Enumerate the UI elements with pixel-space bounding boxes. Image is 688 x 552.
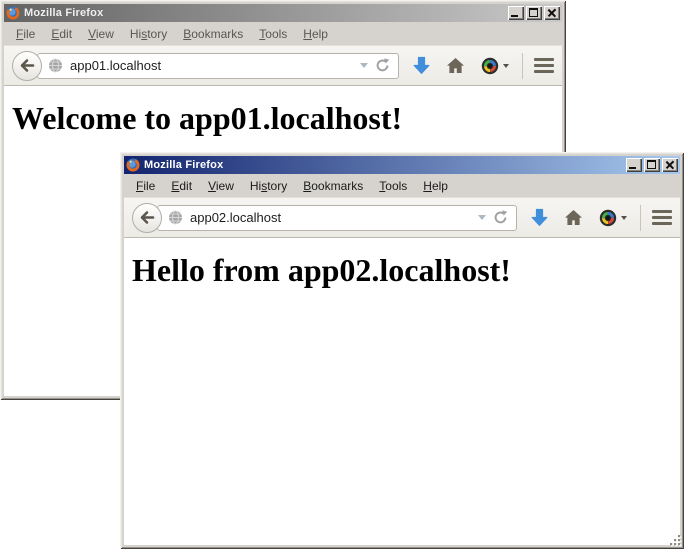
- menu-edit[interactable]: Edit: [43, 25, 80, 43]
- menu-bookmarks[interactable]: Bookmarks: [295, 177, 371, 195]
- url-text[interactable]: app02.localhost: [190, 210, 471, 225]
- close-button[interactable]: [544, 6, 560, 20]
- firefox-icon: [126, 158, 140, 172]
- toolbar-separator: [522, 53, 523, 79]
- hamburger-bar: [652, 222, 672, 225]
- back-button[interactable]: [12, 51, 42, 81]
- hamburger-menu-button[interactable]: [652, 210, 672, 225]
- window-title: Mozilla Firefox: [144, 159, 622, 171]
- menu-bar: File Edit View History Bookmarks Tools H…: [124, 174, 680, 197]
- home-icon: [446, 57, 465, 74]
- window-controls: [626, 158, 678, 172]
- download-arrow-icon: [531, 208, 548, 227]
- menu-help[interactable]: Help: [295, 25, 336, 43]
- reload-button[interactable]: [375, 58, 390, 73]
- menu-bar: File Edit View History Bookmarks Tools H…: [4, 22, 562, 45]
- page-heading: Welcome to app01.localhost!: [12, 100, 562, 137]
- reload-icon: [493, 210, 508, 225]
- navigation-toolbar: app01.localhost: [4, 45, 562, 86]
- resize-grip[interactable]: [669, 534, 682, 547]
- menu-bookmarks[interactable]: Bookmarks: [175, 25, 251, 43]
- download-button[interactable]: [531, 208, 548, 227]
- minimize-icon: [629, 167, 636, 169]
- download-arrow-icon: [413, 56, 430, 75]
- urlbar-dropdown-icon[interactable]: [478, 215, 486, 220]
- close-icon: [665, 160, 674, 169]
- back-arrow-icon: [19, 57, 36, 74]
- menu-view[interactable]: View: [200, 177, 242, 195]
- firefox-icon: [6, 6, 20, 20]
- site-identity-globe-icon[interactable]: [168, 210, 183, 225]
- maximize-button[interactable]: [526, 6, 542, 20]
- download-button[interactable]: [413, 56, 430, 75]
- menu-file[interactable]: File: [8, 25, 43, 43]
- hamburger-bar: [534, 70, 554, 73]
- menu-help[interactable]: Help: [415, 177, 456, 195]
- window-title: Mozilla Firefox: [24, 7, 504, 19]
- home-icon: [564, 209, 583, 226]
- reload-icon: [375, 58, 390, 73]
- url-text[interactable]: app01.localhost: [70, 58, 353, 73]
- reload-button[interactable]: [493, 210, 508, 225]
- hamburger-bar: [652, 210, 672, 213]
- addon-button[interactable]: [481, 57, 509, 75]
- home-button[interactable]: [564, 209, 583, 226]
- firefox-window-app02: Mozilla Firefox File Edit View History B…: [120, 152, 684, 549]
- menu-file[interactable]: File: [128, 177, 163, 195]
- page-heading: Hello from app02.localhost!: [132, 252, 680, 289]
- maximize-icon: [647, 160, 656, 169]
- window-controls: [508, 6, 560, 20]
- maximize-button[interactable]: [644, 158, 660, 172]
- site-identity-globe-icon[interactable]: [48, 58, 63, 73]
- toolbar-separator: [640, 205, 641, 231]
- menu-tools[interactable]: Tools: [371, 177, 415, 195]
- minimize-button[interactable]: [508, 6, 524, 20]
- back-arrow-icon: [139, 209, 156, 226]
- titlebar[interactable]: Mozilla Firefox: [4, 4, 562, 22]
- menu-edit[interactable]: Edit: [163, 177, 200, 195]
- hamburger-bar: [652, 216, 672, 219]
- chevron-down-icon: [503, 64, 509, 68]
- menu-history[interactable]: History: [242, 177, 295, 195]
- chevron-down-icon: [621, 216, 627, 220]
- minimize-button[interactable]: [626, 158, 642, 172]
- urlbar-dropdown-icon[interactable]: [360, 63, 368, 68]
- hamburger-bar: [534, 64, 554, 67]
- titlebar[interactable]: Mozilla Firefox: [124, 156, 680, 174]
- close-button[interactable]: [662, 158, 678, 172]
- maximize-icon: [529, 8, 538, 17]
- url-bar[interactable]: app01.localhost: [37, 53, 399, 79]
- back-button[interactable]: [132, 203, 162, 233]
- page-content: Hello from app02.localhost!: [124, 238, 680, 545]
- menu-tools[interactable]: Tools: [251, 25, 295, 43]
- hamburger-bar: [534, 58, 554, 61]
- addon-button[interactable]: [599, 209, 627, 227]
- menu-view[interactable]: View: [80, 25, 122, 43]
- hamburger-menu-button[interactable]: [534, 58, 554, 73]
- url-bar[interactable]: app02.localhost: [157, 205, 517, 231]
- minimize-icon: [511, 15, 518, 17]
- menu-history[interactable]: History: [122, 25, 175, 43]
- navigation-toolbar: app02.localhost: [124, 197, 680, 238]
- home-button[interactable]: [446, 57, 465, 74]
- addon-colorwheel-icon: [481, 57, 499, 75]
- close-icon: [547, 8, 556, 17]
- addon-colorwheel-icon: [599, 209, 617, 227]
